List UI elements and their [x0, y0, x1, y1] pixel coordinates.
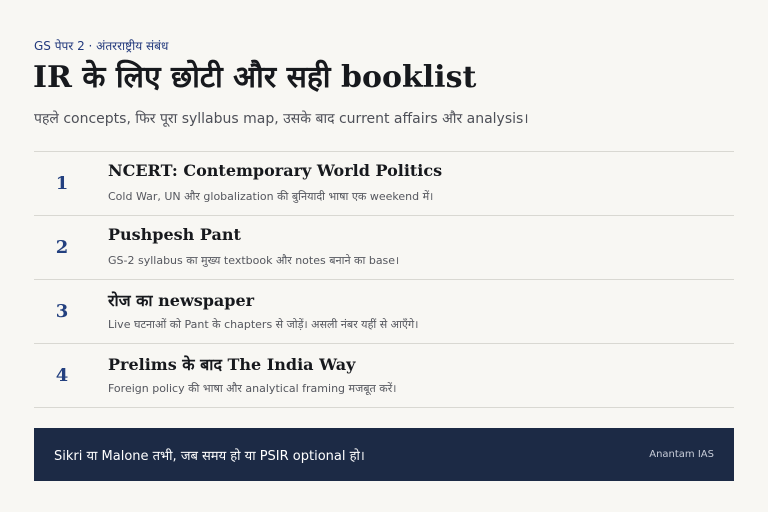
- list-item: 3 रोज का newspaper Live घटनाओं को Pant क…: [34, 280, 734, 344]
- list-item: 2 Pushpesh Pant GS-2 syllabus का मुख्य t…: [34, 216, 734, 280]
- section-eyebrow: GS पेपर 2 · अंतरराष्ट्रीय संबंध: [34, 39, 169, 53]
- brand-name: Anantam IAS: [649, 449, 714, 460]
- list-item-number: 4: [55, 365, 69, 386]
- list-item-description: Cold War, UN और globalization की बुनियाद…: [108, 190, 434, 203]
- footer-note: Sikri या Malone तभी, जब समय हो या PSIR o…: [54, 448, 365, 464]
- booklist: 1 NCERT: Contemporary World Politics Col…: [34, 151, 734, 408]
- list-item-description: GS-2 syllabus का मुख्य textbook और notes…: [108, 254, 400, 267]
- list-item-description: Live घटनाओं को Pant के chapters से जोड़े…: [108, 318, 419, 331]
- page-subtitle: पहले concepts, फिर पूरा syllabus map, उस…: [34, 111, 529, 127]
- list-item-number: 2: [55, 237, 69, 258]
- list-item-description: Foreign policy की भाषा और analytical fra…: [108, 382, 397, 395]
- list-item: 1 NCERT: Contemporary World Politics Col…: [34, 152, 734, 216]
- footer-banner: Sikri या Malone तभी, जब समय हो या PSIR o…: [34, 428, 734, 481]
- list-item: 4 Prelims के बाद The India Way Foreign p…: [34, 344, 734, 408]
- list-item-number: 3: [55, 301, 69, 322]
- list-item-title: Prelims के बाद The India Way: [108, 355, 356, 374]
- list-item-title: NCERT: Contemporary World Politics: [108, 161, 443, 180]
- list-item-title: रोज का newspaper: [108, 291, 255, 310]
- list-item-number: 1: [55, 173, 69, 194]
- list-item-title: Pushpesh Pant: [108, 225, 241, 244]
- page-title: IR के लिए छोटी और सही booklist: [33, 60, 477, 95]
